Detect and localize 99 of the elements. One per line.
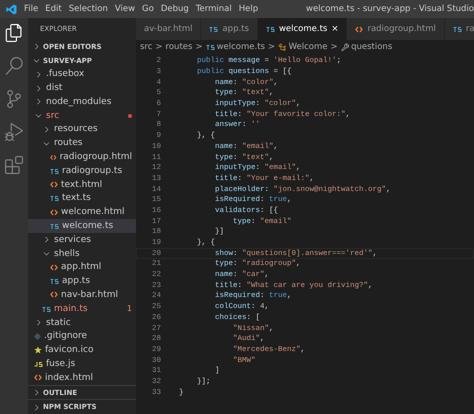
explorer-folder[interactable]: services bbox=[28, 232, 136, 247]
star-icon bbox=[34, 346, 42, 354]
file-name: radiogroup.html bbox=[60, 152, 132, 162]
window-title: welcome.ts - survey-app - Visual Studio bbox=[306, 4, 474, 14]
file-name: text.html bbox=[61, 180, 102, 190]
menu-item[interactable]: Debug bbox=[160, 4, 189, 14]
class-icon bbox=[278, 42, 287, 52]
file-name: services bbox=[54, 234, 91, 245]
menu-item[interactable]: Selection bbox=[68, 4, 108, 14]
file-name: main.ts bbox=[54, 304, 88, 314]
file-name: app.ts bbox=[62, 276, 90, 286]
extensions-icon[interactable] bbox=[5, 156, 23, 174]
menu-item[interactable]: Go bbox=[142, 4, 154, 14]
html-file-icon bbox=[50, 291, 58, 298]
breadcrumb-item[interactable]: src bbox=[140, 42, 152, 52]
breadcrumb-separator: > bbox=[195, 42, 203, 52]
explorer-folder[interactable]: resources bbox=[28, 122, 136, 136]
file-name: .fusebox bbox=[46, 69, 84, 80]
explorer-entry[interactable]: nav-bar.html bbox=[28, 288, 136, 302]
wrench-icon bbox=[340, 42, 350, 52]
file-name: text.ts bbox=[62, 193, 91, 204]
breadcrumb-separator: > bbox=[330, 42, 338, 52]
branch-icon[interactable] bbox=[5, 90, 23, 108]
menu-item[interactable]: Terminal bbox=[196, 4, 232, 14]
explorer-folder[interactable]: static bbox=[28, 316, 136, 330]
typescript-file-icon bbox=[50, 278, 59, 284]
logo-icon bbox=[6, 4, 17, 14]
problem-count: 1 bbox=[126, 304, 132, 314]
editor-tab[interactable]: app.ts bbox=[201, 18, 258, 40]
menu-item[interactable]: File bbox=[24, 4, 38, 14]
explorer-folder[interactable]: .fusebox bbox=[28, 67, 136, 82]
file-name: welcome.ts bbox=[62, 221, 114, 231]
html-file-icon bbox=[34, 374, 42, 382]
file-name: static bbox=[46, 318, 71, 328]
html-file-icon bbox=[50, 154, 57, 161]
explorer-entry[interactable]: main.ts 1 bbox=[28, 302, 136, 316]
explorer-folder[interactable]: shells bbox=[28, 246, 136, 260]
breadcrumb-item[interactable]: questions bbox=[340, 42, 392, 52]
error-dot bbox=[128, 114, 132, 118]
explorer-entry[interactable]: welcome.html bbox=[28, 205, 136, 220]
html-file-icon bbox=[50, 208, 58, 216]
files-icon[interactable] bbox=[5, 24, 23, 42]
file-name: nav-bar.html bbox=[61, 290, 118, 300]
breadcrumb-item[interactable]: welcome.ts bbox=[206, 42, 265, 52]
file-name: shells bbox=[54, 248, 80, 259]
file-name: node_modules bbox=[46, 96, 112, 107]
breadcrumb-item[interactable]: Welcome bbox=[278, 42, 328, 52]
editor-tab[interactable]: welcome.ts × bbox=[258, 18, 348, 40]
diamond-icon bbox=[34, 332, 41, 340]
file-name: .gitignore bbox=[44, 331, 88, 342]
editor-tab[interactable]: av-bar.html bbox=[136, 18, 202, 40]
file-name: radiogroup.ts bbox=[62, 166, 122, 176]
menu-item[interactable]: Edit bbox=[45, 4, 62, 14]
bug-icon[interactable] bbox=[5, 123, 23, 141]
explorer-folder[interactable]: routes bbox=[28, 136, 136, 150]
breadcrumb-separator: > bbox=[155, 42, 163, 52]
file-name: welcome.html bbox=[61, 207, 125, 218]
file-name: favicon.ico bbox=[45, 345, 94, 356]
editor-tab[interactable]: ra bbox=[444, 18, 474, 40]
explorer-entry[interactable]: index.html bbox=[28, 370, 136, 385]
search-icon[interactable] bbox=[5, 57, 23, 75]
explorer-entry[interactable]: favicon.ico bbox=[28, 343, 136, 358]
explorer-entry[interactable]: .gitignore bbox=[28, 329, 136, 344]
html-file-icon bbox=[50, 264, 58, 271]
explorer-entry[interactable]: text.ts bbox=[28, 192, 136, 206]
typescript-file-icon bbox=[50, 168, 59, 174]
explorer-entry[interactable]: text.html bbox=[28, 178, 136, 192]
explorer-entry[interactable]: app.ts bbox=[28, 274, 136, 288]
editor-tab[interactable]: radiogroup.html bbox=[347, 18, 445, 40]
typescript-file-icon bbox=[42, 306, 51, 312]
typescript-file-icon bbox=[206, 44, 215, 50]
menu-item[interactable]: Help bbox=[238, 4, 258, 14]
explorer-entry[interactable]: fuse.js bbox=[28, 357, 136, 371]
javascript-file-icon bbox=[34, 360, 43, 367]
typescript-file-icon bbox=[266, 26, 275, 32]
file-name: dist bbox=[46, 83, 62, 94]
typescript-file-icon bbox=[50, 223, 59, 229]
file-name: fuse.js bbox=[46, 358, 76, 369]
explorer-entry[interactable]: app.html bbox=[28, 260, 136, 274]
file-name: resources bbox=[54, 124, 98, 134]
menu-item[interactable]: View bbox=[114, 4, 136, 14]
explorer-entry[interactable]: radiogroup.html bbox=[28, 150, 136, 164]
close-icon[interactable]: × bbox=[331, 24, 338, 34]
file-name: src bbox=[46, 110, 60, 121]
explorer-entry[interactable]: welcome.ts bbox=[28, 219, 136, 233]
breadcrumb-item[interactable]: routes bbox=[166, 42, 192, 52]
explorer-entry[interactable]: radiogroup.ts bbox=[28, 164, 136, 178]
typescript-file-icon bbox=[50, 195, 59, 202]
html-file-icon bbox=[355, 26, 364, 32]
html-file-icon bbox=[50, 181, 58, 188]
typescript-file-icon bbox=[452, 26, 462, 32]
explorer-folder[interactable]: src bbox=[28, 108, 136, 123]
file-name: app.html bbox=[61, 262, 102, 272]
file-name: routes bbox=[54, 138, 82, 148]
breadcrumb-separator: > bbox=[268, 42, 276, 52]
explorer-folder[interactable]: node_modules bbox=[28, 94, 136, 109]
file-name: index.html bbox=[45, 372, 93, 383]
explorer-folder[interactable]: dist bbox=[28, 81, 136, 95]
typescript-file-icon bbox=[209, 26, 218, 32]
